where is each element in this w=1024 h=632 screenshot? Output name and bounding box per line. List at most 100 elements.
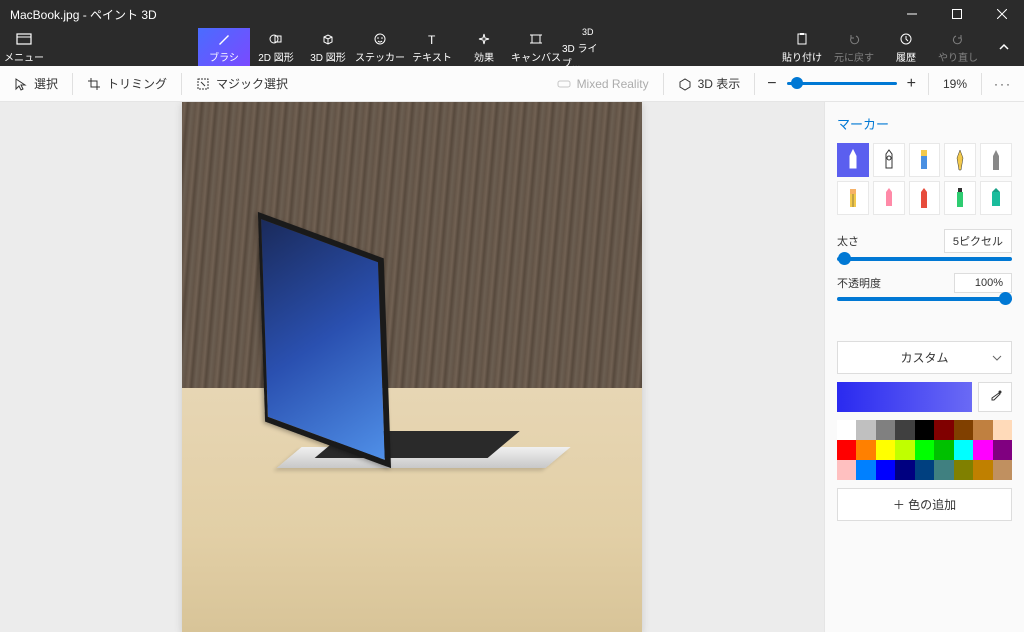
zoom-slider[interactable] — [787, 82, 897, 85]
palette-color[interactable] — [895, 460, 914, 480]
maximize-button[interactable] — [934, 0, 979, 28]
palette-color[interactable] — [934, 420, 953, 440]
view3d-icon — [678, 77, 692, 91]
palette-color[interactable] — [954, 440, 973, 460]
mr-icon — [557, 77, 571, 91]
tab-3d-shapes[interactable]: 3D 図形 — [302, 28, 354, 66]
menu-button[interactable]: メニュー — [0, 28, 48, 66]
shapes3d-icon — [320, 31, 336, 47]
lib3d-icon: 3D — [580, 24, 596, 38]
palette-color[interactable] — [856, 440, 875, 460]
brush-fill[interactable] — [980, 181, 1012, 215]
palette-color[interactable] — [856, 420, 875, 440]
palette-color[interactable] — [876, 460, 895, 480]
brush-oil[interactable] — [909, 143, 941, 177]
palette-color[interactable] — [915, 440, 934, 460]
crop-label: トリミング — [107, 75, 167, 92]
canvas-area[interactable] — [0, 102, 824, 632]
tab-2d-shapes[interactable]: 2D 図形 — [250, 28, 302, 66]
palette-color[interactable] — [993, 460, 1012, 480]
crop-tool[interactable]: トリミング — [73, 66, 181, 101]
svg-text:T: T — [428, 33, 436, 46]
more-button[interactable]: ··· — [982, 77, 1024, 91]
paste-button[interactable]: 貼り付け — [776, 28, 828, 66]
brush-marker[interactable] — [837, 143, 869, 177]
zoom-percent[interactable]: 19% — [929, 77, 981, 91]
palette-color[interactable] — [954, 460, 973, 480]
palette-color[interactable] — [954, 420, 973, 440]
close-button[interactable] — [979, 0, 1024, 28]
eyedropper-button[interactable] — [978, 382, 1012, 412]
magic-label: マジック選択 — [216, 75, 288, 92]
palette-color[interactable] — [915, 460, 934, 480]
view3d-tool[interactable]: 3D 表示 — [664, 66, 755, 101]
magic-icon — [196, 77, 210, 91]
tab-text[interactable]: T テキスト — [406, 28, 458, 66]
sticker-icon — [372, 31, 388, 47]
side-panel: マーカー 太さ 5ピクセル 不透明度 100% カスタム — [824, 102, 1024, 632]
palette-color[interactable] — [973, 420, 992, 440]
palette-color[interactable] — [837, 420, 856, 440]
add-color-button[interactable]: ＋ 色の追加 — [837, 488, 1012, 521]
magic-select-tool[interactable]: マジック選択 — [182, 66, 302, 101]
svg-text:3D: 3D — [582, 27, 594, 37]
palette-color[interactable] — [934, 440, 953, 460]
brush-pixel[interactable] — [909, 181, 941, 215]
zoom-in-button[interactable]: + — [907, 75, 916, 93]
tab-canvas[interactable]: キャンバス — [510, 28, 562, 66]
zoom-out-button[interactable]: − — [767, 75, 776, 93]
palette-color[interactable] — [993, 420, 1012, 440]
thickness-value[interactable]: 5ピクセル — [944, 229, 1012, 253]
chevron-down-icon — [992, 353, 1002, 363]
ribbon-collapse[interactable] — [984, 28, 1024, 66]
palette-color[interactable] — [973, 460, 992, 480]
select-tool[interactable]: 選択 — [0, 66, 72, 101]
palette-color[interactable] — [876, 420, 895, 440]
palette-color[interactable] — [915, 420, 934, 440]
history-icon — [898, 31, 914, 47]
redo-button[interactable]: やり直し — [932, 28, 984, 66]
brush-crayon[interactable] — [873, 181, 905, 215]
palette-color[interactable] — [837, 460, 856, 480]
opacity-slider[interactable] — [837, 297, 1012, 301]
canvas-icon — [528, 31, 544, 47]
tab-sticker[interactable]: ステッカー — [354, 28, 406, 66]
plus-icon: ＋ — [893, 498, 908, 512]
tab-effects[interactable]: 効果 — [458, 28, 510, 66]
palette-color[interactable] — [973, 440, 992, 460]
text-icon: T — [424, 31, 440, 47]
mixed-reality-tool[interactable]: Mixed Reality — [543, 66, 663, 101]
tab-brush[interactable]: ブラシ — [198, 28, 250, 66]
palette-color[interactable] — [993, 440, 1012, 460]
mr-label: Mixed Reality — [577, 77, 649, 91]
opacity-value[interactable]: 100% — [954, 273, 1012, 293]
current-color-swatch[interactable] — [837, 382, 972, 412]
undo-icon — [846, 31, 862, 47]
tab-3d-library[interactable]: 3D 3D ライブ... — [562, 28, 614, 66]
minimize-button[interactable] — [889, 0, 934, 28]
history-button[interactable]: 履歴 — [880, 28, 932, 66]
eyedropper-icon — [988, 390, 1002, 404]
opacity-label: 不透明度 — [837, 275, 881, 291]
palette-color[interactable] — [837, 440, 856, 460]
palette-color[interactable] — [856, 460, 875, 480]
canvas[interactable] — [182, 102, 642, 632]
brush-watercolor[interactable] — [944, 143, 976, 177]
palette-color[interactable] — [895, 440, 914, 460]
palette-color[interactable] — [895, 420, 914, 440]
palette-color[interactable] — [876, 440, 895, 460]
palette-color[interactable] — [934, 460, 953, 480]
brush-calligraphy[interactable] — [873, 143, 905, 177]
tab-effects-label: 効果 — [474, 49, 494, 64]
brush-spray[interactable] — [944, 181, 976, 215]
paste-label: 貼り付け — [782, 49, 822, 64]
custom-label: カスタム — [900, 349, 948, 366]
thickness-slider[interactable] — [837, 257, 1012, 261]
select-label: 選択 — [34, 75, 58, 92]
brush-pencil[interactable] — [980, 143, 1012, 177]
brush-eraser[interactable] — [837, 181, 869, 215]
custom-color-dropdown[interactable]: カスタム — [837, 341, 1012, 374]
color-palette — [837, 420, 1012, 480]
undo-button[interactable]: 元に戻す — [828, 28, 880, 66]
tab-brush-label: ブラシ — [209, 49, 239, 64]
